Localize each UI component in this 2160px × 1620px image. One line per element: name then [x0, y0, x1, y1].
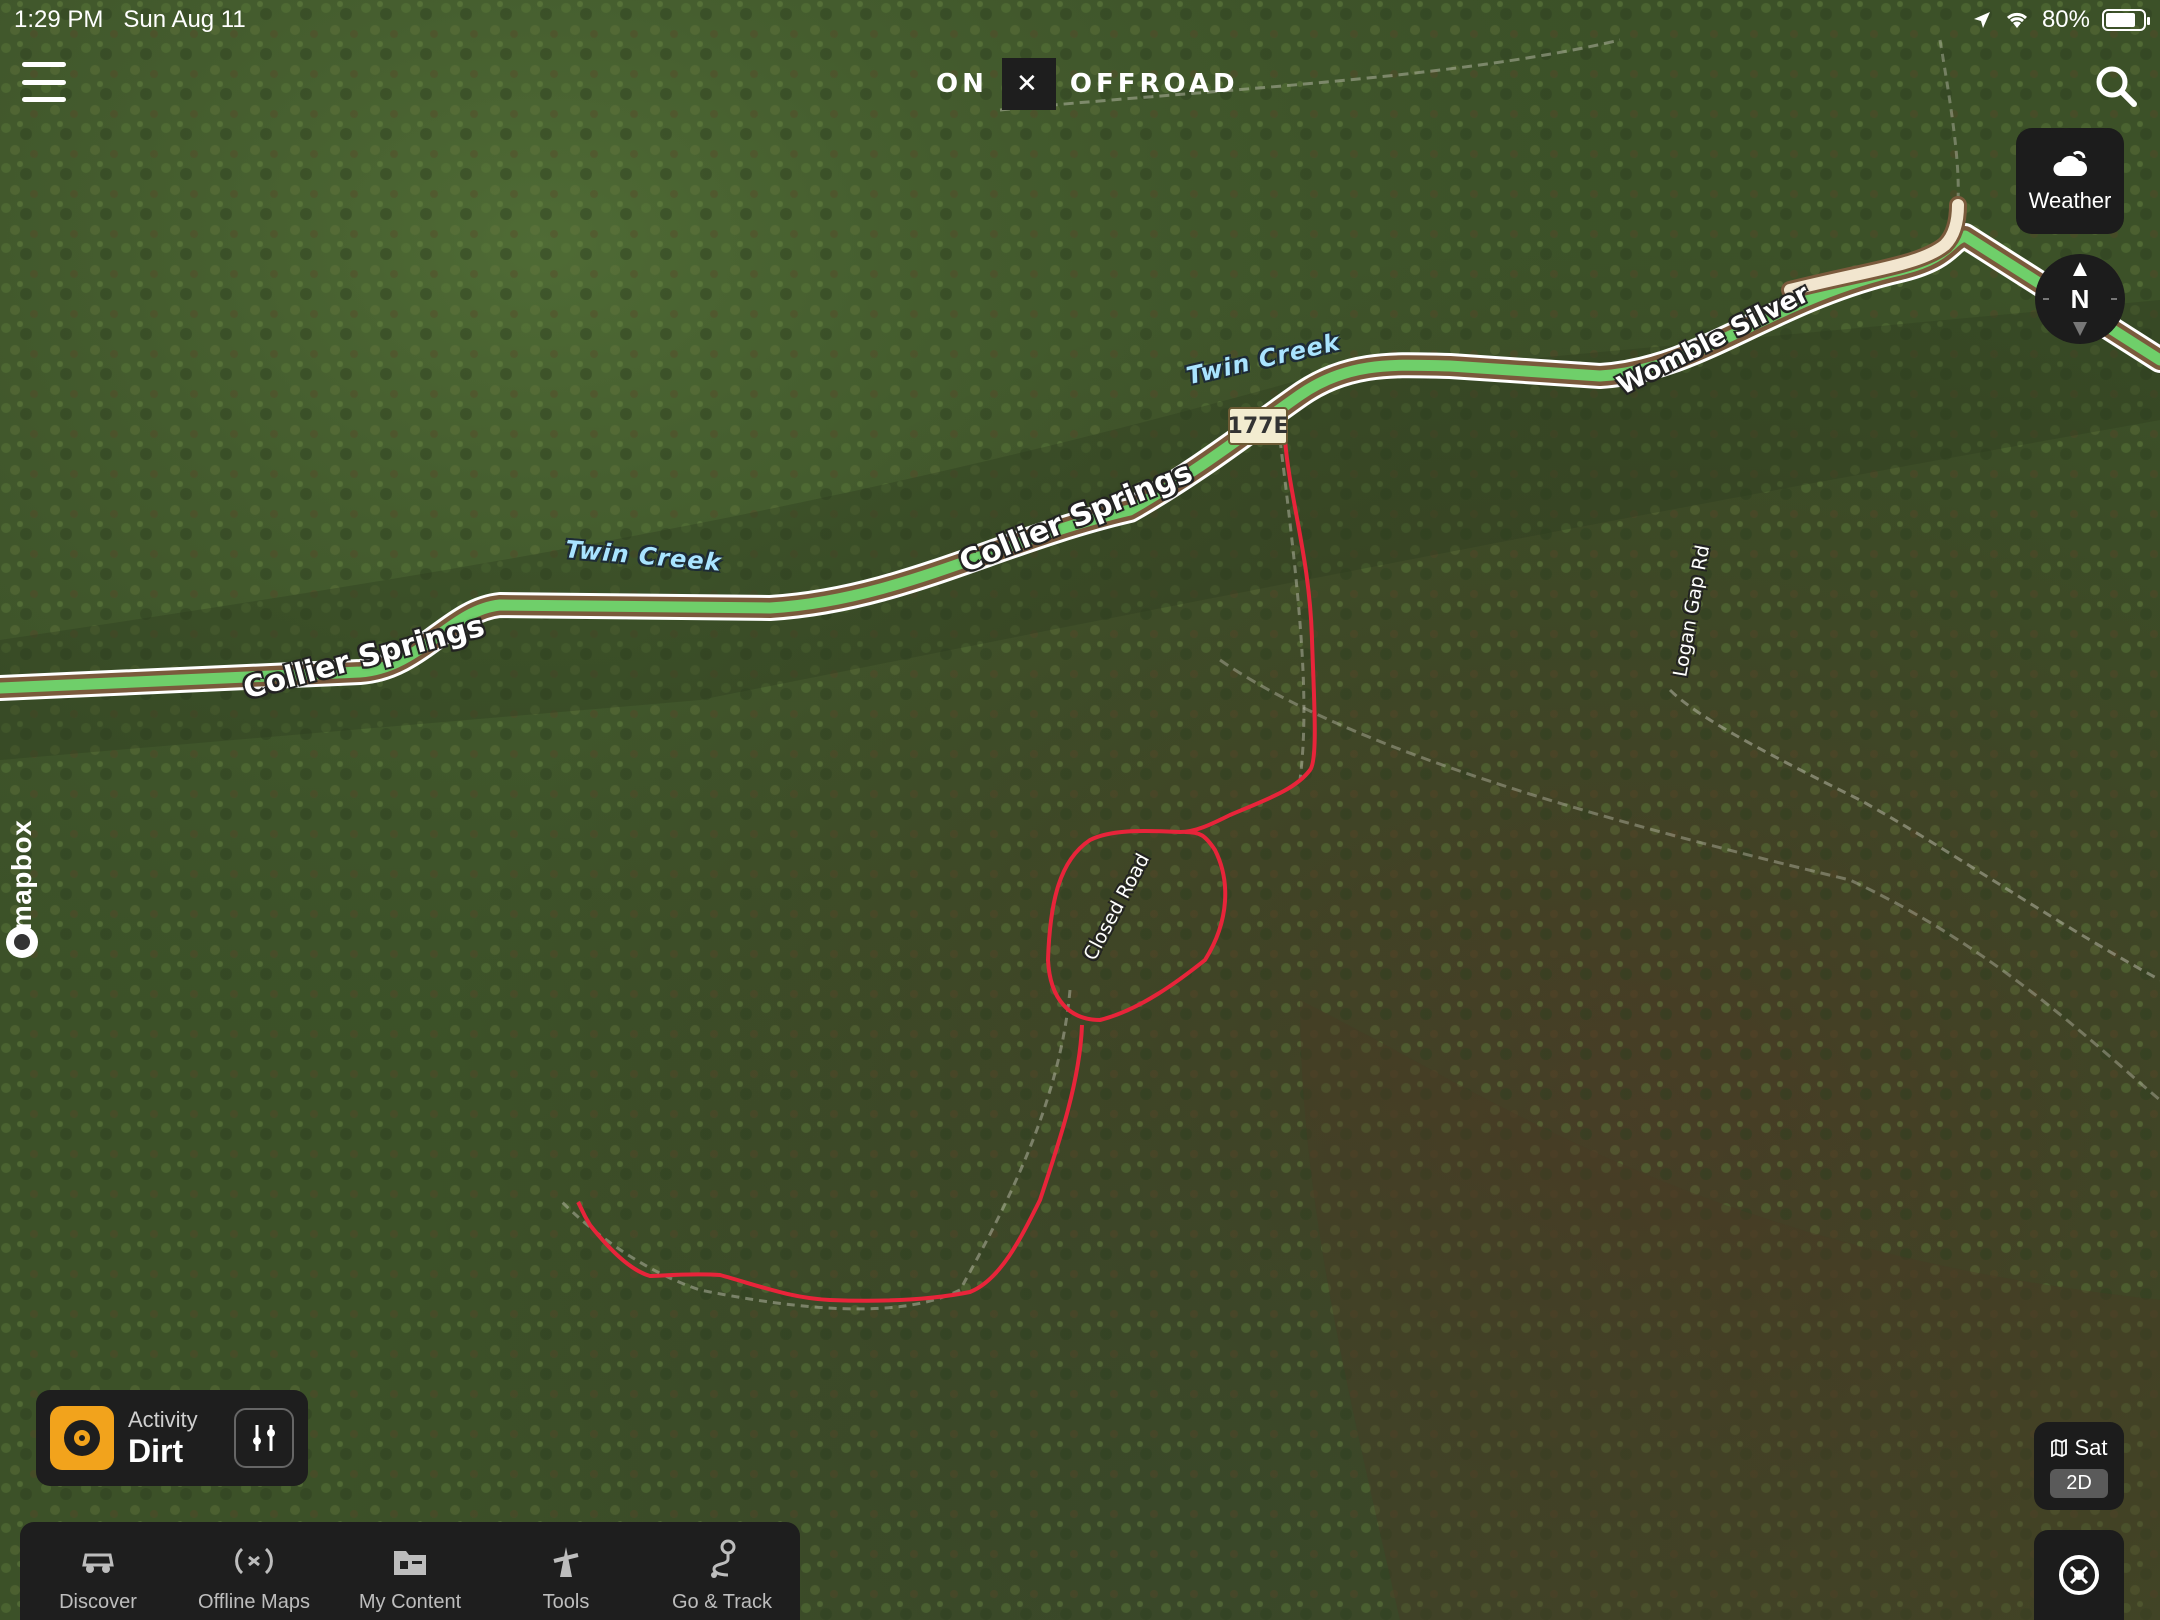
onx-offroad-logo: ON ✕ OFFROAD	[936, 58, 1239, 110]
compass-button[interactable]: N	[2035, 254, 2125, 344]
tab-label: Tools	[542, 1591, 590, 1613]
map-layers-icon	[2051, 1438, 2068, 1457]
battery-icon	[2102, 9, 2150, 31]
tab-discover[interactable]: Discover	[20, 1522, 176, 1620]
satellite-map[interactable]	[0, 0, 2160, 1620]
mapbox-attribution[interactable]: mapbox	[0, 790, 44, 960]
recenter-button[interactable]	[2034, 1530, 2124, 1620]
location-target-icon	[2059, 1555, 2099, 1595]
map-layer-button[interactable]: Sat 2D	[2034, 1422, 2124, 1510]
tab-offline-maps[interactable]: Offline Maps	[176, 1522, 332, 1620]
2d-toggle[interactable]: 2D	[2050, 1468, 2108, 1498]
status-bar: 1:29 PM Sun Aug 11 80%	[0, 0, 2160, 40]
search-icon	[2096, 66, 2137, 107]
tab-label: My Content	[358, 1591, 462, 1613]
activity-selector[interactable]: Activity Dirt	[36, 1390, 308, 1486]
tab-label: Go & Track	[671, 1591, 773, 1613]
route-shield-177e: 177E	[1228, 407, 1288, 445]
logo-offroad: OFFROAD	[1069, 69, 1239, 99]
mapbox-logo-icon	[6, 926, 38, 958]
tab-tools[interactable]: Tools	[488, 1522, 644, 1620]
layer-label: Sat	[2074, 1434, 2108, 1460]
my-content-icon	[394, 1551, 426, 1575]
bottom-tab-bar: Discover Offline Maps My Content Tools G…	[20, 1522, 800, 1620]
offline-maps-icon	[235, 1547, 273, 1575]
logo-x: ✕	[1001, 58, 1056, 110]
activity-label: Activity	[128, 1406, 198, 1432]
go-track-icon	[711, 1539, 736, 1578]
dirt-tire-icon	[50, 1406, 114, 1470]
sliders-icon	[253, 1425, 275, 1451]
compass-north-label: N	[2070, 283, 2090, 314]
tab-label: Offline Maps	[198, 1591, 310, 1613]
tools-icon	[553, 1547, 579, 1577]
weather-button[interactable]: Weather	[2016, 128, 2124, 234]
activity-value: Dirt	[128, 1432, 184, 1469]
weather-cloud-icon	[2053, 150, 2088, 176]
activity-filter-button[interactable]	[234, 1408, 294, 1468]
location-arrow-icon	[1973, 12, 1990, 28]
search-button[interactable]	[2094, 64, 2138, 108]
status-time: 1:29 PM	[14, 6, 104, 33]
tab-my-content[interactable]: My Content	[332, 1522, 488, 1620]
status-date: Sun Aug 11	[123, 6, 246, 33]
wifi-icon	[2006, 12, 2027, 28]
discover-jeep-icon	[82, 1553, 114, 1573]
tab-label: Discover	[59, 1591, 137, 1613]
mapbox-logo-text: mapbox	[6, 819, 37, 931]
tab-go-track[interactable]: Go & Track	[644, 1522, 800, 1620]
hamburger-icon	[22, 62, 66, 67]
menu-button[interactable]	[22, 62, 66, 102]
battery-percent: 80%	[2041, 6, 2090, 33]
weather-label: Weather	[2028, 188, 2112, 213]
logo-on: ON	[936, 69, 988, 99]
